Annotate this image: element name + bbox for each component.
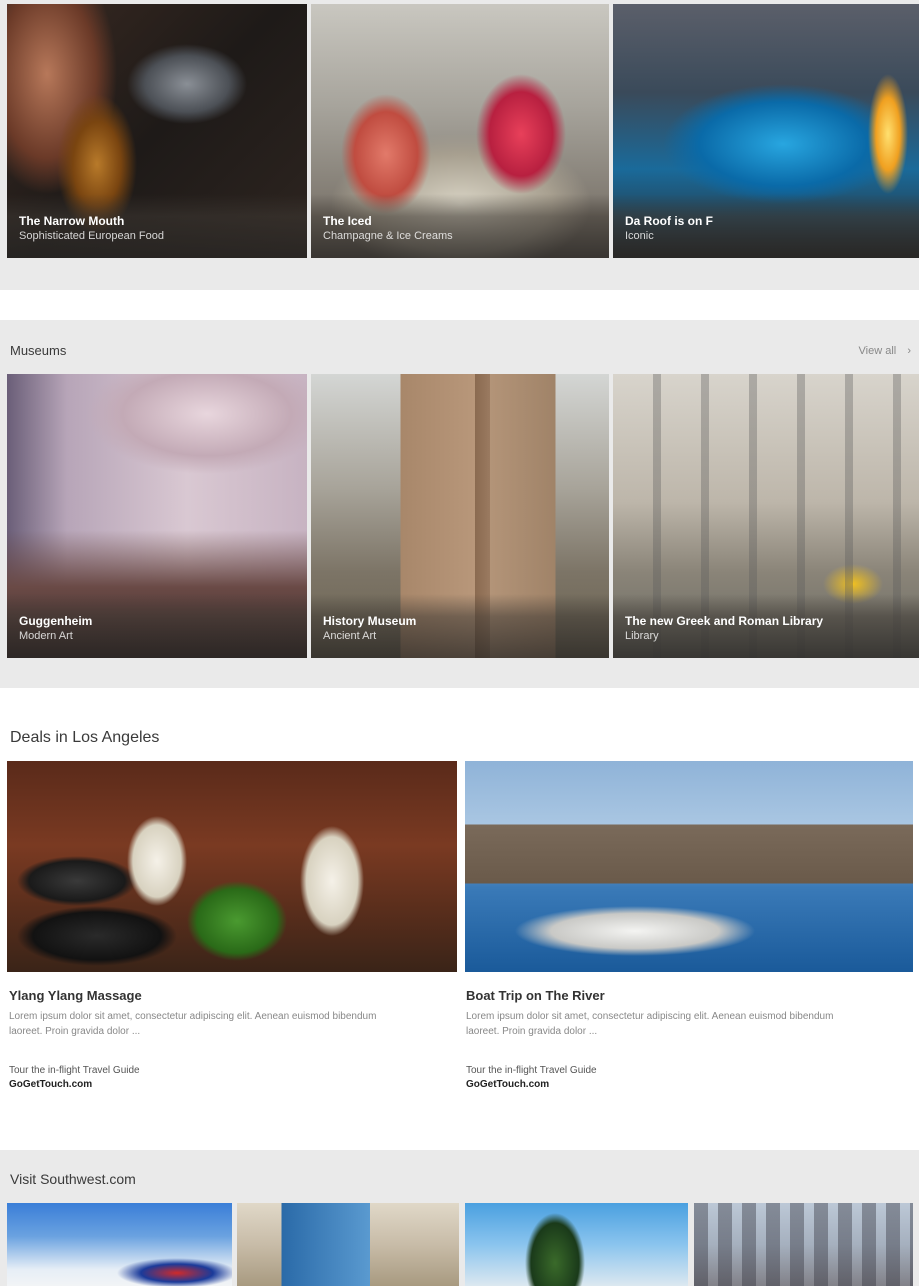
deal-description: Lorem ipsum dolor sit amet, consectetur … — [466, 1011, 834, 1037]
tile-title: History Museum — [323, 614, 417, 628]
museum-card[interactable]: Guggenheim Modern Art — [7, 374, 307, 658]
deals-section-title: Deals in Los Angeles — [10, 729, 160, 746]
tile-caption: Da Roof is on F Iconic — [613, 194, 919, 258]
deal-title[interactable]: Boat Trip on The River — [466, 988, 605, 1003]
deal-source-label: Tour the in-flight Travel Guide — [466, 1065, 597, 1076]
tile-subtitle: Sophisticated European Food — [19, 230, 164, 242]
massage-deal-image[interactable] — [7, 761, 457, 972]
restaurant-card[interactable]: The Iced Champagne & Ice Creams — [311, 4, 609, 258]
deal-link[interactable]: GoGetTouch.com — [9, 1078, 140, 1092]
view-all-label: View all — [858, 345, 897, 357]
tile-subtitle: Iconic — [625, 230, 654, 242]
tile-title: The Narrow Mouth — [19, 214, 125, 228]
tile-title: The Iced — [323, 214, 372, 228]
southwest-card[interactable] — [7, 1203, 232, 1286]
tile-title: The new Greek and Roman Library — [625, 614, 824, 628]
tile-subtitle: Champagne & Ice Creams — [323, 230, 453, 242]
deal-title[interactable]: Ylang Ylang Massage — [9, 988, 142, 1003]
tile-caption: Guggenheim Modern Art — [7, 594, 307, 658]
restaurant-card[interactable]: Da Roof is on F Iconic — [613, 4, 919, 258]
museum-card[interactable]: The new Greek and Roman Library Library — [613, 374, 919, 658]
boat-deal-image[interactable] — [465, 761, 913, 972]
tile-caption: The Iced Champagne & Ice Creams — [311, 194, 609, 258]
tile-subtitle: Library — [625, 630, 659, 642]
deal-source: Tour the in-flight Travel Guide GoGetTou… — [9, 1064, 140, 1092]
sculpture-image — [465, 1203, 688, 1286]
tile-subtitle: Modern Art — [19, 630, 73, 642]
southwest-card[interactable] — [694, 1203, 913, 1286]
deal-source-label: Tour the in-flight Travel Guide — [9, 1065, 140, 1076]
section-title: Visit Southwest.com — [10, 1171, 136, 1187]
view-all-link[interactable]: View all › — [859, 345, 911, 357]
southwest-card[interactable] — [237, 1203, 459, 1286]
tile-title: Da Roof is on F — [625, 214, 713, 228]
tile-caption: The new Greek and Roman Library Library — [613, 594, 919, 658]
deal-source: Tour the in-flight Travel Guide GoGetTou… — [466, 1064, 597, 1092]
hotel-room-image — [237, 1203, 459, 1286]
airplane-image — [7, 1203, 232, 1286]
tile-subtitle: Ancient Art — [323, 630, 377, 642]
tile-caption: History Museum Ancient Art — [311, 594, 609, 658]
section-title: Museums — [10, 343, 67, 358]
southwest-card[interactable] — [465, 1203, 688, 1286]
tile-caption: The Narrow Mouth Sophisticated European … — [7, 194, 307, 258]
deal-link[interactable]: GoGetTouch.com — [466, 1078, 597, 1092]
deal-description: Lorem ipsum dolor sit amet, consectetur … — [9, 1011, 377, 1037]
city-skyline-image — [694, 1203, 913, 1286]
restaurant-card[interactable]: The Narrow Mouth Sophisticated European … — [7, 4, 307, 258]
chevron-right-icon: › — [907, 345, 911, 357]
tile-title: Guggenheim — [19, 614, 93, 628]
museum-card[interactable]: History Museum Ancient Art — [311, 374, 609, 658]
